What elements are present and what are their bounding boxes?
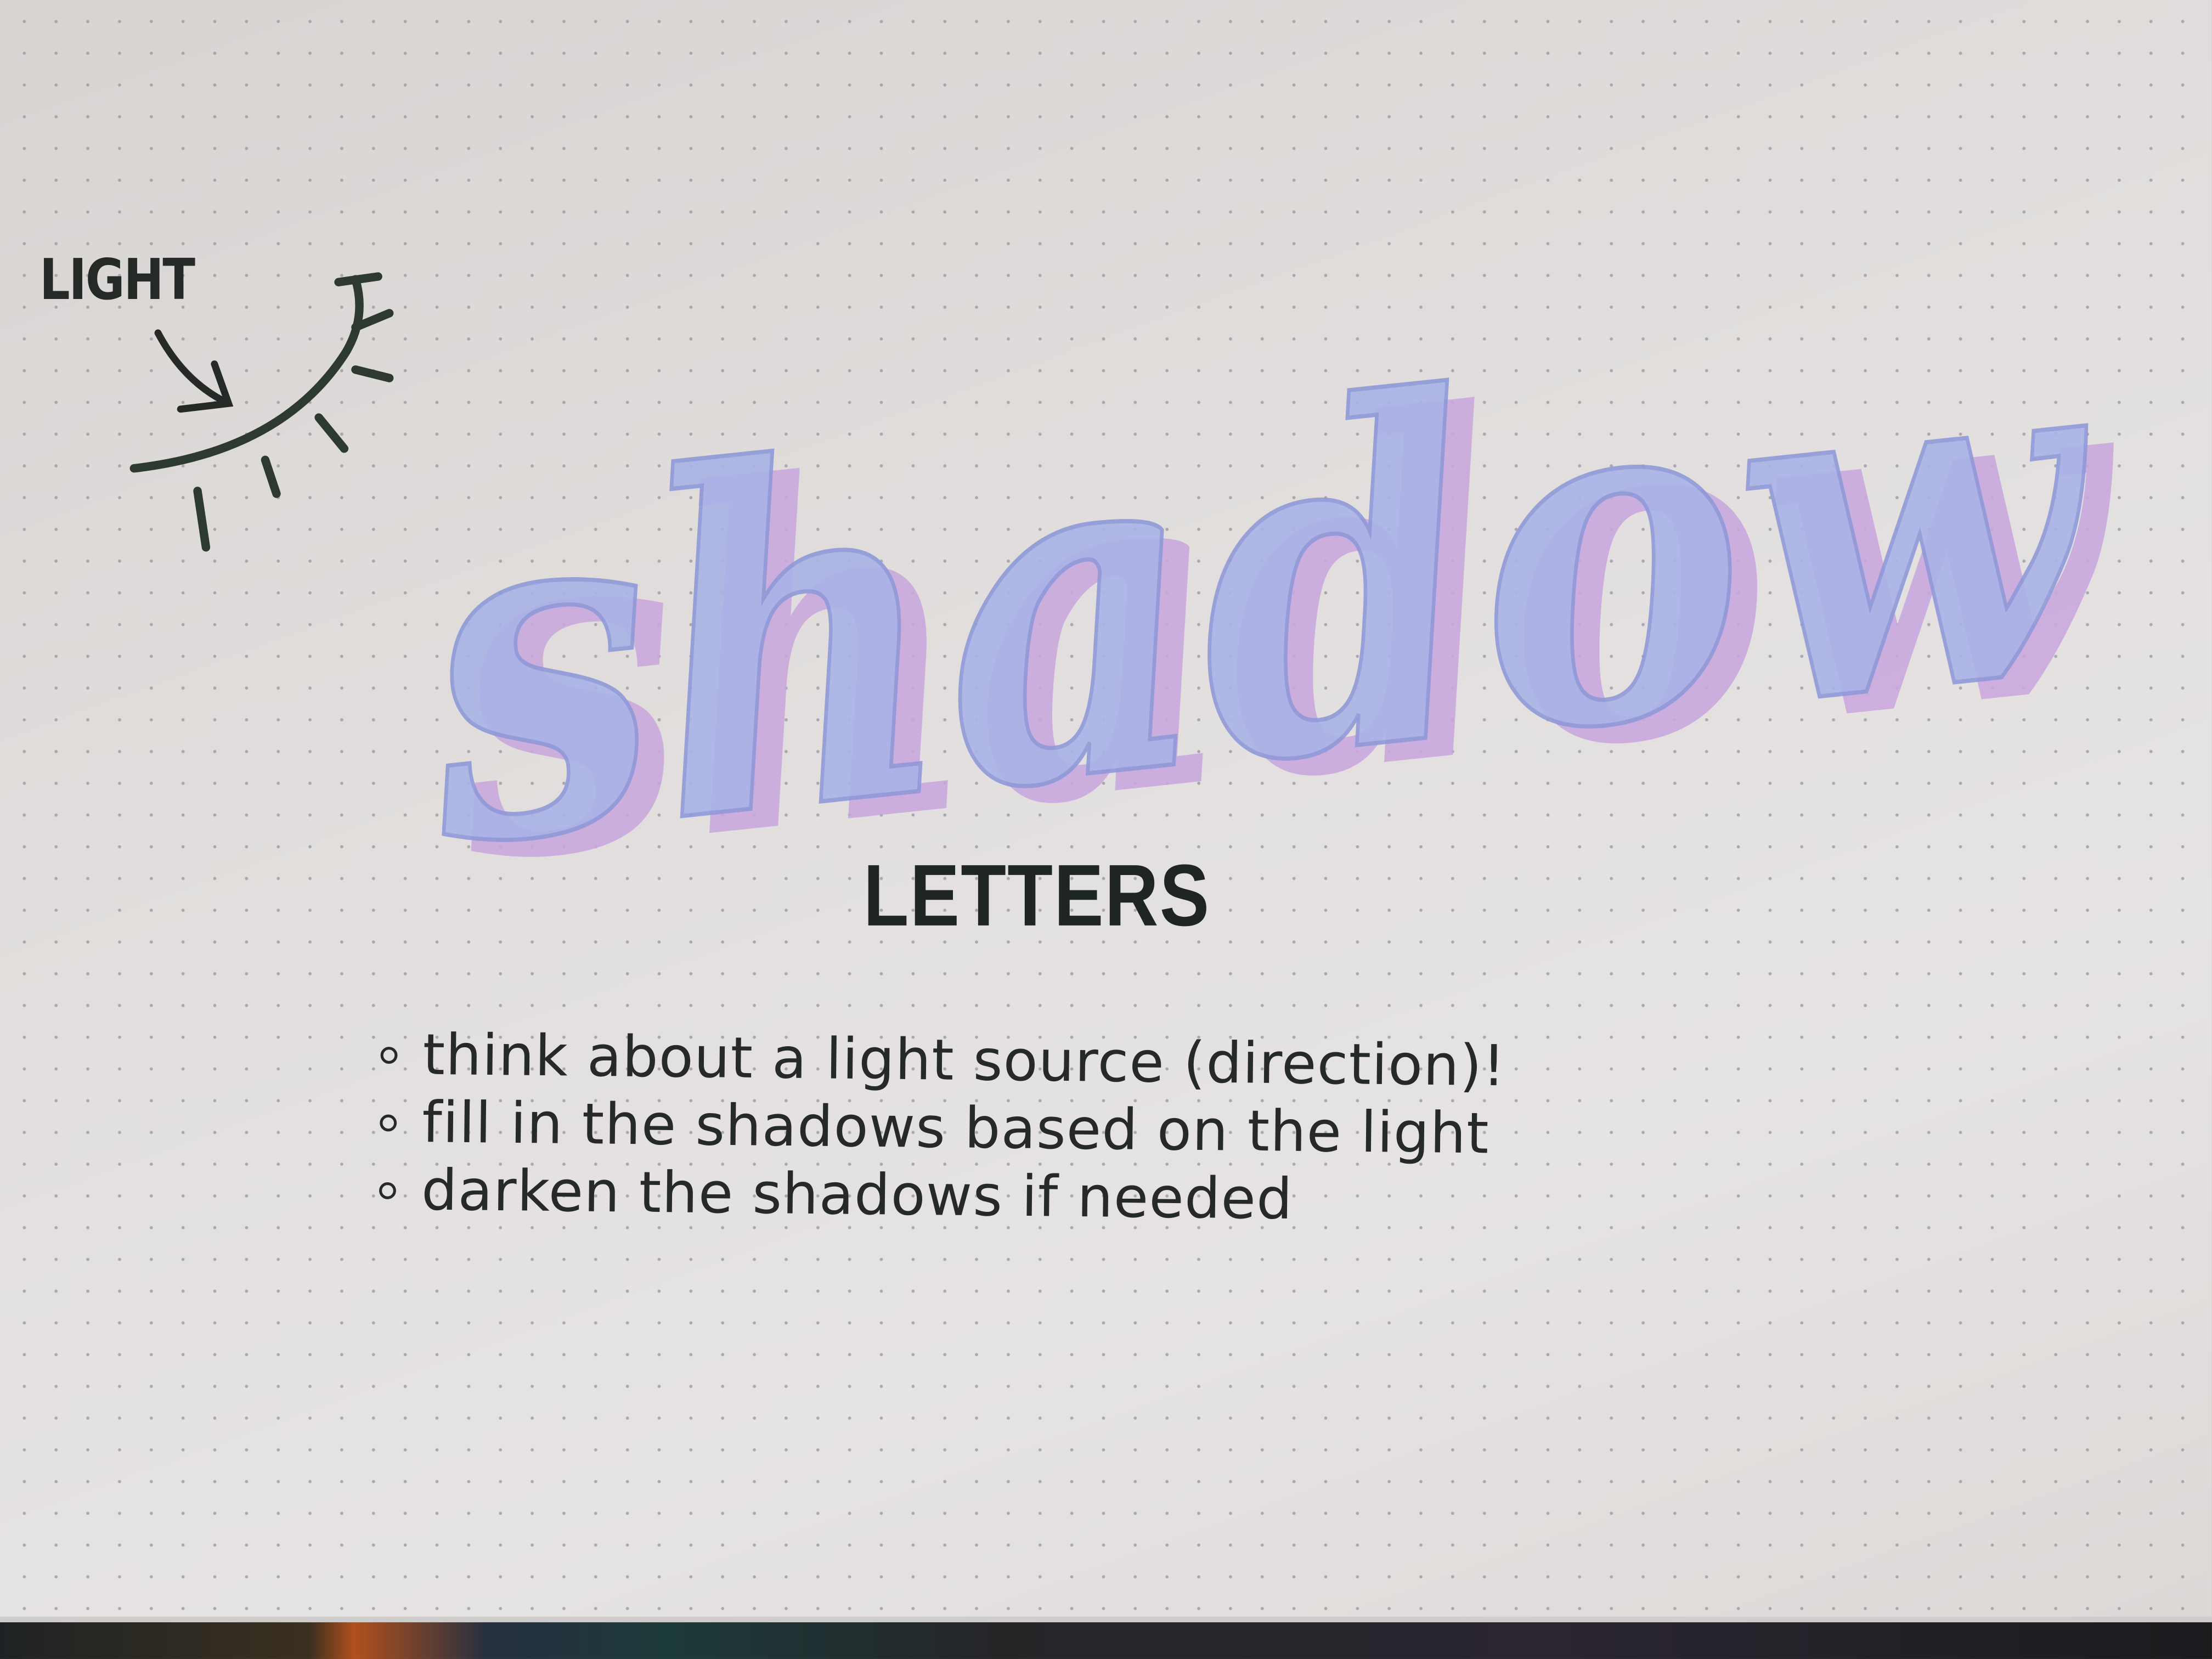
sun-icon — [129, 272, 394, 552]
arrow-icon — [154, 329, 234, 413]
list-item-text: darken the shadows if needed — [421, 1158, 1294, 1233]
list-item: think about a light source (direction)! — [380, 1022, 1506, 1101]
list-item: fill in the shadows based on the light — [380, 1089, 1505, 1169]
list-item-text: think about a light source (direction)! — [422, 1023, 1506, 1100]
bullet-icon — [379, 1182, 397, 1199]
letters-title: LETTERS — [863, 848, 1211, 945]
drawing-layer: shadow shadow — [129, 229, 2151, 968]
journal-page: shadow shadow LIGHT LETTERS think about … — [0, 0, 2212, 1659]
bullet-icon — [380, 1046, 398, 1064]
shadow-script-word: shadow shadow — [391, 229, 2151, 968]
list-item: darken the shadows if needed — [379, 1157, 1504, 1237]
script-word: shadow — [393, 232, 2124, 951]
light-label: LIGHT — [39, 248, 195, 313]
tips-list: think about a light source (direction)! … — [379, 1022, 1506, 1237]
bullet-icon — [380, 1114, 397, 1132]
list-item-text: fill in the shadows based on the light — [421, 1091, 1490, 1167]
